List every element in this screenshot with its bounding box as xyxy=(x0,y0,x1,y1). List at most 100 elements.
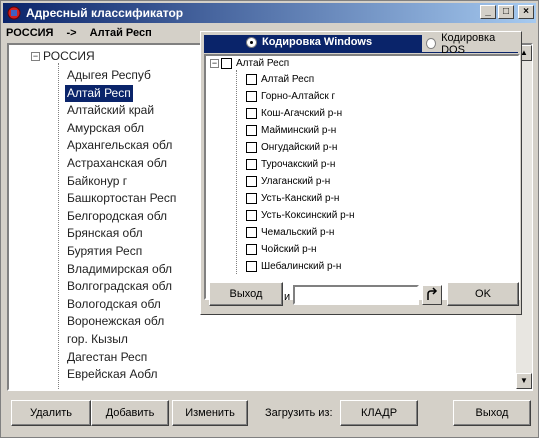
tree-item[interactable]: Башкортостан Респ xyxy=(65,190,178,208)
tree-item-label[interactable]: Адыгея Респуб xyxy=(65,67,178,85)
tree-item-label[interactable]: Белгородская обл xyxy=(65,208,178,226)
checkbox[interactable] xyxy=(246,108,257,119)
checkbox[interactable] xyxy=(246,159,257,170)
tree-connector-line xyxy=(236,70,237,274)
tree-item[interactable]: Алтай Респ xyxy=(65,84,178,103)
ok-button[interactable]: OK xyxy=(447,282,519,306)
tree-item-label[interactable]: Бурятия Респ xyxy=(65,243,178,261)
checkbox[interactable] xyxy=(246,261,257,272)
district-item[interactable]: Онгудайский р-н xyxy=(246,139,355,156)
district-root-node[interactable]: − Алтай Респ xyxy=(210,58,289,69)
app-icon xyxy=(7,6,21,20)
radio-checked-icon[interactable] xyxy=(246,36,257,48)
checkbox[interactable] xyxy=(246,74,257,85)
district-item[interactable]: Чемальский р-н xyxy=(246,224,355,241)
tree-item-label[interactable]: Архангельская обл xyxy=(65,137,178,155)
tree-item-label[interactable]: Воронежская обл xyxy=(65,313,178,331)
district-item-label: Турочакский р-н xyxy=(261,159,336,170)
tree-item[interactable]: Дагестан Респ xyxy=(65,349,178,367)
district-item[interactable]: Улаганский р-н xyxy=(246,173,355,190)
checkbox[interactable] xyxy=(246,176,257,187)
tree-item[interactable]: Воронежская обл xyxy=(65,313,178,331)
district-item[interactable]: Кош-Агачский р-н xyxy=(246,105,355,122)
tree-item[interactable]: Астраханская обл xyxy=(65,155,178,173)
close-button[interactable]: × xyxy=(518,5,534,19)
tree-root-node[interactable]: − РОССИЯ xyxy=(31,49,95,63)
maximize-button[interactable]: □ xyxy=(498,5,514,19)
checkbox[interactable] xyxy=(246,193,257,204)
checkbox[interactable] xyxy=(221,58,232,69)
district-item-label: Алтай Респ xyxy=(261,74,315,85)
edit-button[interactable]: Изменить xyxy=(172,400,248,426)
encoding-dos-label[interactable]: Кодировка DOS xyxy=(441,32,514,56)
tree-item[interactable]: Байконур г xyxy=(65,173,178,191)
tree-item-label[interactable]: Дагестан Респ xyxy=(65,349,178,367)
go-arrow-icon xyxy=(427,287,438,300)
tree-item[interactable]: Алтайский край xyxy=(65,102,178,120)
district-item[interactable]: Усть-Коксинский р-н xyxy=(246,207,355,224)
exit-button[interactable]: Выход xyxy=(453,400,531,426)
delete-button[interactable]: Удалить xyxy=(11,400,91,426)
main-window: Адресный классификатор _ □ × РОССИЯ -> А… xyxy=(0,0,539,438)
checkbox[interactable] xyxy=(246,125,257,136)
tree-item[interactable]: Еврейская Аобл xyxy=(65,366,178,384)
radio-unchecked-icon[interactable] xyxy=(426,38,437,49)
breadcrumb: РОССИЯ -> Алтай Респ xyxy=(6,27,162,39)
tree-item-label[interactable]: Волгоградская обл xyxy=(65,278,178,296)
load-from-label: Загрузить из: xyxy=(265,407,333,419)
encoding-dos-option[interactable]: Кодировка DOS xyxy=(422,32,518,56)
tree-item[interactable]: Амурская обл xyxy=(65,120,178,138)
district-item[interactable]: Майминский р-н xyxy=(246,122,355,139)
checkbox[interactable] xyxy=(246,142,257,153)
district-tree[interactable]: − Алтай Респ Алтай Респ Горно-Алтайск г Ко… xyxy=(204,54,520,300)
tree-item[interactable]: Волгоградская обл xyxy=(65,278,178,296)
tree-items: Адыгея Респуб Алтай Респ Алтайский край Аму… xyxy=(65,67,178,384)
scroll-down-arrow-icon[interactable]: ▼ xyxy=(516,373,532,389)
tree-item[interactable]: гор. Кызыл xyxy=(65,331,178,349)
tree-item-label[interactable]: Брянская обл xyxy=(65,225,178,243)
tree-item-label[interactable]: Вологодская обл xyxy=(65,296,178,314)
tree-item-label[interactable]: Башкортостан Респ xyxy=(65,190,178,208)
checkbox[interactable] xyxy=(246,244,257,255)
go-arrow-button[interactable] xyxy=(422,285,442,305)
tree-item[interactable]: Вологодская обл xyxy=(65,296,178,314)
checkbox[interactable] xyxy=(246,210,257,221)
district-item[interactable]: Усть-Канский р-н xyxy=(246,190,355,207)
tree-item-label[interactable]: Еврейская Аобл xyxy=(65,366,178,384)
district-item[interactable]: Чойский р-н xyxy=(246,241,355,258)
tree-item[interactable]: Брянская обл xyxy=(65,225,178,243)
title-bar[interactable]: Адресный классификатор _ □ × xyxy=(3,3,536,23)
tree-item[interactable]: Адыгея Респуб xyxy=(65,67,178,85)
district-popup: Кодировка Windows Кодировка DOS − Алтай … xyxy=(200,31,522,315)
tree-root-label[interactable]: РОССИЯ xyxy=(43,49,95,63)
tree-item[interactable]: Бурятия Респ xyxy=(65,243,178,261)
district-items: Алтай Респ Горно-Алтайск г Кош-Агачский р-… xyxy=(246,71,355,275)
kladr-button[interactable]: КЛАДР xyxy=(340,400,418,426)
tree-item[interactable]: Владимирская обл xyxy=(65,261,178,279)
district-item-label: Чойский р-н xyxy=(261,244,317,255)
popup-exit-button[interactable]: Выход xyxy=(209,282,283,306)
minimize-button[interactable]: _ xyxy=(480,5,496,19)
district-item-label: Горно-Алтайск г xyxy=(261,91,336,102)
collapse-icon[interactable]: − xyxy=(31,51,40,61)
district-item[interactable]: Турочакский р-н xyxy=(246,156,355,173)
encoding-windows-option[interactable]: Кодировка Windows xyxy=(246,36,372,48)
encoding-windows-label[interactable]: Кодировка Windows xyxy=(262,36,372,48)
district-item[interactable]: Горно-Алтайск г xyxy=(246,88,355,105)
tree-item-label[interactable]: Алтайский край xyxy=(65,102,178,120)
district-item[interactable]: Алтай Респ xyxy=(246,71,355,88)
tree-item-label[interactable]: Амурская обл xyxy=(65,120,178,138)
add-button[interactable]: Добавить xyxy=(91,400,169,426)
checkbox[interactable] xyxy=(246,227,257,238)
collapse-icon[interactable]: − xyxy=(210,59,219,68)
tree-item-label[interactable]: Владимирская обл xyxy=(65,261,178,279)
tree-item[interactable]: Архангельская обл xyxy=(65,137,178,155)
checkbox[interactable] xyxy=(246,91,257,102)
tree-item-label[interactable]: Байконур г xyxy=(65,173,178,191)
district-item[interactable]: Шебалинский р-н xyxy=(246,258,355,275)
tree-item[interactable]: Белгородская обл xyxy=(65,208,178,226)
tree-item-label[interactable]: Алтай Респ xyxy=(65,84,133,103)
search-input[interactable] xyxy=(293,285,419,305)
tree-item-label[interactable]: Астраханская обл xyxy=(65,155,178,173)
tree-item-label[interactable]: гор. Кызыл xyxy=(65,331,178,349)
